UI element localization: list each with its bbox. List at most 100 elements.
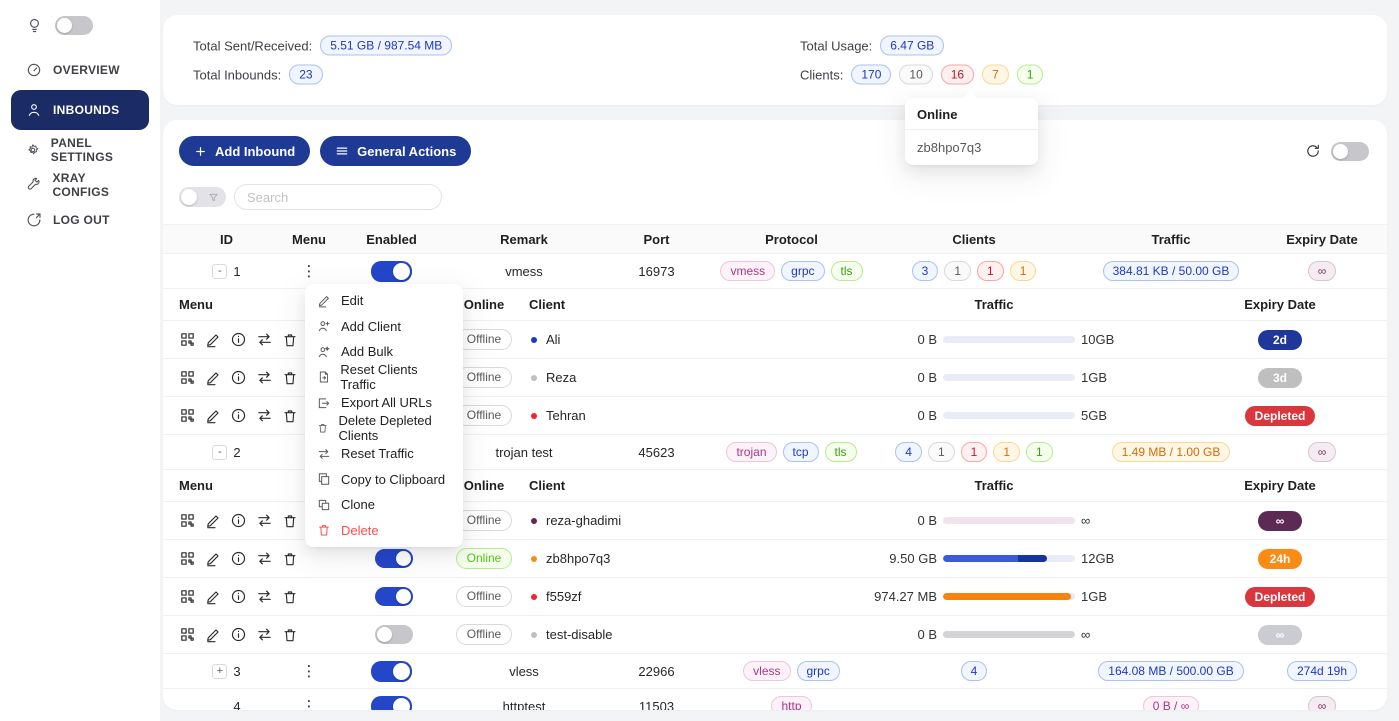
info-icon[interactable] bbox=[230, 369, 247, 386]
qr-code-icon[interactable] bbox=[179, 588, 196, 605]
delete-icon[interactable] bbox=[282, 627, 298, 643]
row-menu-button[interactable]: ⋮ bbox=[302, 664, 317, 679]
client-name: Tehran bbox=[546, 408, 586, 423]
menu-item-clone[interactable]: Clone bbox=[309, 492, 459, 518]
qr-code-icon[interactable] bbox=[179, 550, 196, 567]
theme-toggle[interactable] bbox=[55, 16, 93, 35]
row-menu-button[interactable]: ⋮ bbox=[302, 699, 317, 711]
sidebar-item-logout[interactable]: LOG OUT bbox=[11, 205, 149, 235]
client-count-tags: 3 1 1 1 bbox=[879, 261, 1069, 281]
info-icon[interactable] bbox=[230, 588, 247, 605]
reset-traffic-icon[interactable] bbox=[256, 512, 273, 529]
menu-item-edit[interactable]: Edit bbox=[309, 288, 459, 314]
edit-icon[interactable] bbox=[205, 332, 221, 348]
menu-item-delete-depleted-clients[interactable]: Delete Depleted Clients bbox=[309, 416, 459, 442]
client-color-dot bbox=[531, 556, 537, 562]
delete-icon[interactable] bbox=[282, 408, 298, 424]
info-icon[interactable] bbox=[230, 407, 247, 424]
count-expiring[interactable]: 1 bbox=[1010, 261, 1037, 281]
row-menu-button[interactable]: ⋮ bbox=[302, 264, 317, 279]
clients-count-depleted[interactable]: 16 bbox=[941, 65, 974, 85]
clients-count-deactive[interactable]: 10 bbox=[899, 65, 932, 85]
qr-code-icon[interactable] bbox=[179, 331, 196, 348]
menu-item-export-all-urls[interactable]: Export All URLs bbox=[309, 390, 459, 416]
qr-code-icon[interactable] bbox=[179, 369, 196, 386]
enabled-toggle[interactable] bbox=[371, 661, 412, 682]
expand-button[interactable]: + bbox=[212, 664, 227, 679]
collapse-button[interactable]: - bbox=[212, 445, 227, 460]
add-inbound-button[interactable]: Add Inbound bbox=[179, 136, 310, 166]
qr-code-icon[interactable] bbox=[179, 512, 196, 529]
menu-item-add-bulk[interactable]: Add Bulk bbox=[309, 339, 459, 365]
count-deactive[interactable]: 1 bbox=[944, 261, 971, 281]
reset-traffic-icon[interactable] bbox=[256, 407, 273, 424]
trash-icon bbox=[317, 523, 331, 537]
inbound-row: 4 ⋮ httptest 11503 http 0 B / ∞ ∞ bbox=[163, 689, 1387, 710]
reset-traffic-icon[interactable] bbox=[256, 550, 273, 567]
qr-code-icon[interactable] bbox=[179, 626, 196, 643]
reset-traffic-icon[interactable] bbox=[256, 588, 273, 605]
count-depleted[interactable]: 1 bbox=[961, 442, 988, 462]
edit-icon[interactable] bbox=[205, 551, 221, 567]
search-input[interactable] bbox=[234, 184, 442, 210]
count-depleted[interactable]: 1 bbox=[977, 261, 1004, 281]
sidebar-item-inbounds[interactable]: INBOUNDS bbox=[11, 90, 149, 130]
client-enabled-toggle[interactable] bbox=[375, 587, 413, 606]
info-icon[interactable] bbox=[230, 512, 247, 529]
traffic-progress-bar bbox=[943, 412, 1075, 419]
count-expiring[interactable]: 1 bbox=[993, 442, 1020, 462]
qr-code-icon[interactable] bbox=[179, 407, 196, 424]
clients-count-expiring[interactable]: 7 bbox=[982, 65, 1009, 85]
reset-traffic-icon[interactable] bbox=[256, 626, 273, 643]
trash-icon bbox=[317, 421, 329, 435]
general-actions-button[interactable]: General Actions bbox=[320, 136, 471, 166]
menu-item-add-client[interactable]: Add Client bbox=[309, 314, 459, 340]
client-traffic: 974.27 MB 1GB bbox=[799, 589, 1189, 604]
menu-item-reset-clients-traffic[interactable]: Reset Clients Traffic bbox=[309, 365, 459, 391]
client-enabled-toggle[interactable] bbox=[375, 625, 413, 644]
traffic-badge: 164.08 MB / 500.00 GB bbox=[1098, 661, 1243, 681]
delete-icon[interactable] bbox=[282, 513, 298, 529]
info-icon[interactable] bbox=[230, 331, 247, 348]
online-client-name: zb8hpo7q3 bbox=[905, 130, 1038, 165]
edit-icon[interactable] bbox=[205, 627, 221, 643]
client-enabled-toggle[interactable] bbox=[375, 549, 413, 568]
inbound-id: 2 bbox=[233, 445, 240, 460]
edit-icon[interactable] bbox=[205, 408, 221, 424]
sidebar-item-label: LOG OUT bbox=[53, 213, 110, 227]
sidebar-item-panel-settings[interactable]: PANEL SETTINGS bbox=[11, 135, 149, 165]
reset-traffic-icon[interactable] bbox=[256, 331, 273, 348]
edit-icon[interactable] bbox=[205, 589, 221, 605]
info-icon[interactable] bbox=[230, 550, 247, 567]
menu-item-copy-to-clipboard[interactable]: Copy to Clipboard bbox=[309, 467, 459, 493]
enabled-toggle[interactable] bbox=[371, 261, 412, 282]
count-total[interactable]: 4 bbox=[961, 661, 988, 681]
count-total[interactable]: 3 bbox=[912, 261, 939, 281]
col-menu: Menu bbox=[274, 232, 344, 247]
inbound-port: 11503 bbox=[609, 699, 704, 711]
reset-traffic-icon[interactable] bbox=[256, 369, 273, 386]
auto-refresh-toggle[interactable] bbox=[1331, 142, 1369, 161]
edit-icon[interactable] bbox=[205, 370, 221, 386]
delete-icon[interactable] bbox=[282, 332, 298, 348]
refresh-icon[interactable] bbox=[1305, 143, 1321, 159]
edit-icon[interactable] bbox=[205, 513, 221, 529]
client-color-dot bbox=[531, 632, 537, 638]
delete-icon[interactable] bbox=[282, 370, 298, 386]
sidebar-item-xray-configs[interactable]: XRAY CONFIGS bbox=[11, 170, 149, 200]
info-icon[interactable] bbox=[230, 626, 247, 643]
sidebar-item-overview[interactable]: OVERVIEW bbox=[11, 55, 149, 85]
clients-count-total[interactable]: 170 bbox=[851, 65, 891, 85]
filter-toggle[interactable] bbox=[179, 187, 226, 207]
delete-icon[interactable] bbox=[282, 551, 298, 567]
count-deactive[interactable]: 1 bbox=[928, 442, 955, 462]
collapse-button[interactable]: - bbox=[212, 264, 227, 279]
count-online[interactable]: 1 bbox=[1026, 442, 1053, 462]
count-total[interactable]: 4 bbox=[895, 442, 922, 462]
menu-item-delete[interactable]: Delete bbox=[309, 518, 459, 544]
menu-item-reset-traffic[interactable]: Reset Traffic bbox=[309, 441, 459, 467]
delete-icon[interactable] bbox=[282, 589, 298, 605]
enabled-toggle[interactable] bbox=[371, 696, 412, 711]
add-bulk-icon bbox=[317, 345, 331, 359]
clients-count-online[interactable]: 1 bbox=[1017, 65, 1044, 85]
